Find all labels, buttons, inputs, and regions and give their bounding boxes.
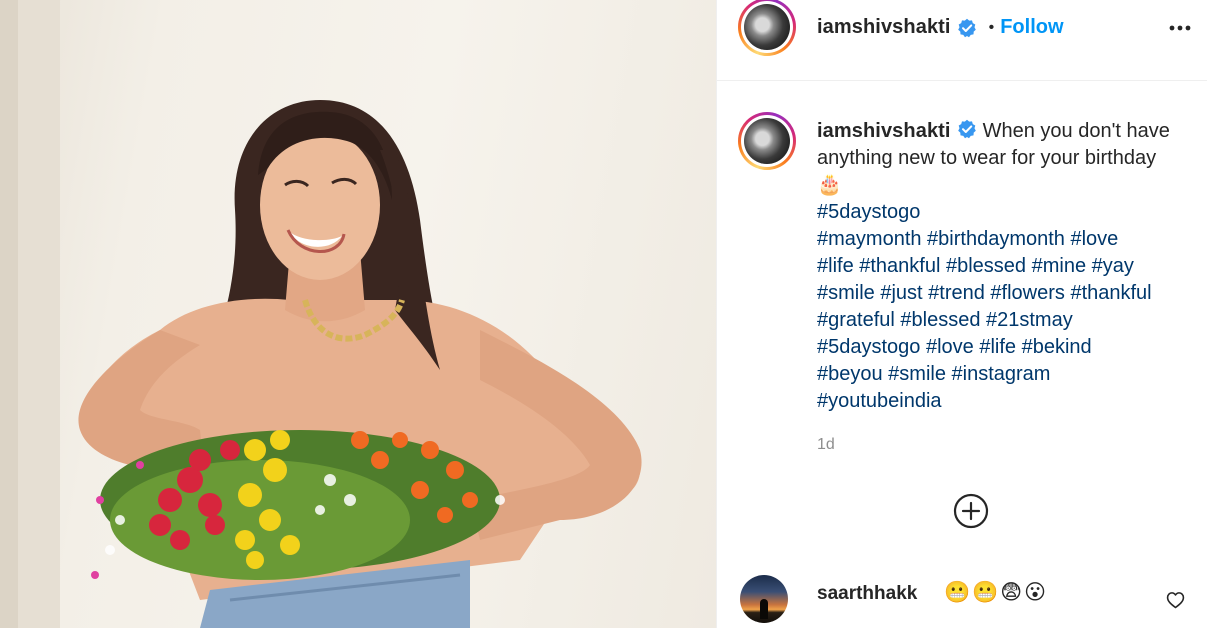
more-options-icon[interactable]: [1167, 18, 1193, 38]
caption-username[interactable]: iamshivshakti: [817, 120, 951, 142]
commenter-username[interactable]: saarthhakk: [817, 583, 917, 605]
separator-dot: •: [988, 18, 995, 36]
author-username[interactable]: iamshivshakti: [817, 16, 951, 39]
heart-icon[interactable]: [1166, 591, 1185, 609]
caption-author-avatar[interactable]: [738, 112, 796, 170]
commenter-avatar[interactable]: [740, 575, 788, 623]
verified-badge-icon: [957, 18, 976, 37]
avatar-silhouette: [760, 599, 768, 619]
post-photo[interactable]: [0, 0, 717, 628]
avatar-image: [744, 118, 790, 164]
avatar-image: [744, 4, 790, 50]
caption-text-block: iamshivshakti When you don't have anythi…: [817, 118, 1197, 415]
hashtag-line[interactable]: #youtubeindia: [817, 388, 1197, 415]
post-header: iamshivshakti • Follow: [717, 0, 1207, 81]
hashtag-line[interactable]: #life #thankful #blessed #mine #yay: [817, 253, 1197, 280]
add-comment-icon[interactable]: [953, 493, 989, 529]
instagram-post: iamshivshakti • Follow iamshivshakti Whe…: [0, 0, 1207, 628]
follow-button[interactable]: Follow: [1000, 16, 1063, 39]
hashtag-line[interactable]: #5daystogo #love #life #bekind: [817, 334, 1197, 361]
header-user: iamshivshakti • Follow: [817, 16, 1064, 39]
comment-row: saarthhakk 😬😬😨😮: [717, 570, 1207, 628]
author-avatar[interactable]: [738, 0, 796, 56]
hashtag-list: #5daystogo #maymonth #birthdaymonth #lov…: [817, 199, 1197, 415]
verified-badge-icon: [957, 119, 976, 139]
hashtag-line[interactable]: #beyou #smile #instagram: [817, 361, 1197, 388]
cake-emoji: 🎂: [817, 174, 842, 196]
post-timestamp[interactable]: 1d: [817, 436, 835, 454]
photo-illustration: [0, 0, 642, 628]
hashtag-line[interactable]: #grateful #blessed #21stmay: [817, 307, 1197, 334]
hashtag-line[interactable]: #5daystogo: [817, 199, 1197, 226]
comment-text: 😬😬😨😮: [944, 581, 1049, 604]
hashtag-line[interactable]: #smile #just #trend #flowers #thankful: [817, 280, 1197, 307]
hashtag-line[interactable]: #maymonth #birthdaymonth #love: [817, 226, 1197, 253]
post-details: iamshivshakti • Follow iamshivshakti Whe…: [717, 0, 1207, 628]
